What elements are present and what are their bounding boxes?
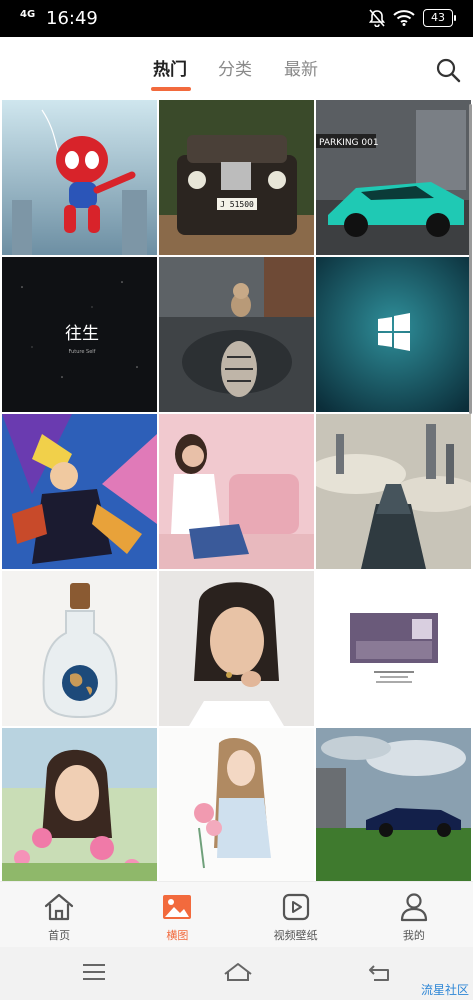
wallpaper-thumbnail[interactable] — [2, 571, 157, 726]
wallpaper-grid: J 51500 PARKING 001 往生 Future Self — [2, 100, 471, 883]
video-play-icon — [282, 893, 309, 921]
wallpaper-thumbnail[interactable] — [316, 571, 471, 726]
kitten-tiger-image — [159, 257, 314, 412]
nav-mine-label: 我的 — [402, 929, 425, 942]
tab-hot[interactable]: 热门 — [153, 59, 187, 81]
illustrated-girl-image — [159, 728, 314, 883]
home-icon — [45, 893, 74, 921]
nav-home-label: 首页 — [48, 929, 71, 942]
wallpaper-thumbnail[interactable] — [159, 728, 314, 883]
dark-text-image: 往生 Future Self — [2, 257, 157, 412]
nav-home[interactable]: 首页 — [0, 882, 118, 947]
woman-pink-room-image — [159, 414, 314, 569]
woman-portrait-image — [159, 571, 314, 726]
network-indicator: 4G — [20, 9, 36, 20]
wallpaper-thumbnail[interactable] — [2, 414, 157, 569]
wallpaper-thumbnail[interactable] — [159, 414, 314, 569]
wallpaper-thumbnail[interactable]: PARKING 001 — [316, 100, 471, 255]
parking-sign: PARKING 001 — [319, 138, 379, 148]
girl-flowers-image — [2, 728, 157, 883]
blue-supercar-image — [316, 728, 471, 883]
nav-landscape-label: 横图 — [166, 929, 189, 942]
wallpaper-thumbnail[interactable] — [2, 100, 157, 255]
city-clouds-image — [316, 414, 471, 569]
nav-video-wallpaper-label: 视频壁纸 — [273, 929, 318, 942]
tab-latest[interactable]: 最新 — [284, 59, 318, 81]
system-nav-bar: 流星社区 — [0, 947, 473, 1000]
windows-logo-image — [316, 257, 471, 412]
game-hero-image — [2, 414, 157, 569]
vintage-car-image: J 51500 — [159, 100, 314, 255]
spider-man-image — [2, 100, 157, 255]
license-plate: J 51500 — [220, 200, 254, 209]
status-icons: 43 — [369, 9, 456, 27]
home-button-icon[interactable] — [222, 960, 254, 984]
wallpaper-title-text: 往生 — [65, 324, 99, 344]
wallpaper-thumbnail[interactable] — [316, 728, 471, 883]
wallpaper-thumbnail[interactable] — [159, 257, 314, 412]
wallpaper-thumbnail[interactable] — [159, 571, 314, 726]
interior-poster-image — [316, 571, 471, 726]
menu-icon[interactable] — [80, 960, 108, 984]
status-time: 16:49 — [46, 8, 98, 29]
back-icon[interactable] — [366, 960, 394, 984]
top-tab-bar: 热门 分类 最新 — [0, 37, 473, 100]
sports-car-image: PARKING 001 — [316, 100, 471, 255]
image-icon — [163, 895, 192, 919]
nav-video-wallpaper[interactable]: 视频壁纸 — [237, 882, 355, 947]
active-tab-indicator — [151, 87, 191, 91]
nav-landscape[interactable]: 横图 — [118, 882, 236, 947]
bottom-nav-bar: 首页 横图 视频壁纸 我的 — [0, 881, 473, 947]
wallpaper-subtitle-text: Future Self — [69, 349, 96, 355]
scrollbar[interactable] — [469, 104, 472, 414]
battery-indicator: 43 — [423, 9, 456, 27]
wallpaper-thumbnail[interactable]: J 51500 — [159, 100, 314, 255]
search-icon[interactable] — [435, 57, 461, 83]
wallpaper-thumbnail[interactable] — [2, 728, 157, 883]
user-icon — [400, 893, 427, 922]
wallpaper-thumbnail[interactable] — [316, 414, 471, 569]
status-bar: 4G 16:49 43 — [0, 0, 473, 37]
earth-bottle-image — [2, 571, 157, 726]
nav-mine[interactable]: 我的 — [355, 882, 473, 947]
watermark-text: 流星社区 — [420, 983, 469, 997]
wallpaper-thumbnail[interactable] — [316, 257, 471, 412]
wallpaper-thumbnail[interactable]: 往生 Future Self — [2, 257, 157, 412]
mute-bell-icon — [369, 9, 385, 27]
tab-categories[interactable]: 分类 — [218, 59, 252, 81]
wifi-icon — [393, 10, 415, 26]
